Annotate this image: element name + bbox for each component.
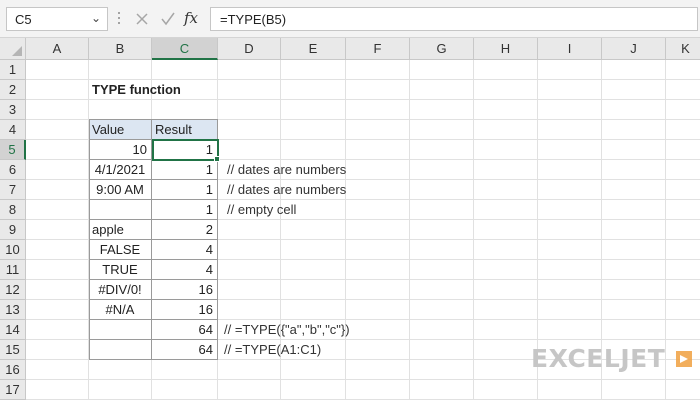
column-header-k[interactable]: K bbox=[666, 38, 700, 60]
row-header-9[interactable]: 9 bbox=[0, 220, 26, 240]
table-header-value[interactable]: Value bbox=[89, 120, 152, 140]
drag-handle-icon[interactable] bbox=[116, 9, 122, 29]
row-header-1[interactable]: 1 bbox=[0, 60, 26, 80]
table-cell-value[interactable]: 4/1/2021 bbox=[89, 160, 152, 180]
formula-text: =TYPE(B5) bbox=[220, 12, 287, 27]
column-header-f[interactable]: F bbox=[346, 38, 410, 60]
table-cell-value[interactable]: FALSE bbox=[89, 240, 152, 260]
table-cell-value[interactable] bbox=[89, 340, 152, 360]
column-header-e[interactable]: E bbox=[281, 38, 346, 60]
row-header-8[interactable]: 8 bbox=[0, 200, 26, 220]
formula-bar: C5 ⌄ fx =TYPE(B5) bbox=[0, 0, 700, 38]
table-cell-value[interactable]: apple bbox=[89, 220, 152, 240]
column-header-i[interactable]: I bbox=[538, 38, 602, 60]
column-header-h[interactable]: H bbox=[474, 38, 538, 60]
formula-icons: fx bbox=[128, 7, 208, 31]
logo-mark-icon bbox=[676, 351, 692, 367]
table-cell-result[interactable]: 4 bbox=[152, 260, 218, 280]
formula-input[interactable]: =TYPE(B5) bbox=[210, 7, 698, 31]
comment-note: // empty cell bbox=[227, 202, 297, 217]
comment-note: // dates are numbers bbox=[227, 162, 347, 177]
table-cell-value[interactable]: 10 bbox=[89, 140, 152, 160]
row-header-10[interactable]: 10 bbox=[0, 240, 26, 260]
comment-note: // =TYPE(A1:C1) bbox=[224, 342, 322, 357]
row-header-4[interactable]: 4 bbox=[0, 120, 26, 140]
fill-handle[interactable] bbox=[214, 156, 220, 162]
sheet-title: TYPE function bbox=[92, 82, 181, 97]
row-header-13[interactable]: 13 bbox=[0, 300, 26, 320]
table-cell-value[interactable] bbox=[89, 320, 152, 340]
table-cell-result[interactable]: 1 bbox=[152, 160, 218, 180]
row-header-2[interactable]: 2 bbox=[0, 80, 26, 100]
table-header-result[interactable]: Result bbox=[152, 120, 218, 140]
table-cell-result[interactable]: 1 bbox=[152, 180, 218, 200]
table-cell-result[interactable]: 64 bbox=[152, 320, 218, 340]
table-cell-value[interactable] bbox=[89, 200, 152, 220]
row-header-6[interactable]: 6 bbox=[0, 160, 26, 180]
name-box-value: C5 bbox=[15, 12, 32, 27]
table-cell-result[interactable]: 4 bbox=[152, 240, 218, 260]
table-border-top bbox=[89, 119, 218, 120]
insert-function-icon[interactable]: fx bbox=[184, 7, 198, 31]
logo-text: EXCELJET bbox=[531, 344, 666, 373]
name-box[interactable]: C5 ⌄ bbox=[6, 7, 108, 31]
column-header-j[interactable]: J bbox=[602, 38, 666, 60]
table-cell-value[interactable]: #N/A bbox=[89, 300, 152, 320]
column-header-g[interactable]: G bbox=[410, 38, 474, 60]
select-all-corner[interactable] bbox=[0, 38, 26, 60]
row-header-16[interactable]: 16 bbox=[0, 360, 26, 380]
row-header-17[interactable]: 17 bbox=[0, 380, 26, 400]
active-cell-c5[interactable] bbox=[152, 139, 219, 161]
row-header-11[interactable]: 11 bbox=[0, 260, 26, 280]
cancel-icon[interactable] bbox=[132, 7, 152, 31]
row-header-3[interactable]: 3 bbox=[0, 100, 26, 120]
table-cell-result[interactable]: 16 bbox=[152, 300, 218, 320]
column-header-c[interactable]: C bbox=[152, 38, 218, 60]
comment-note: // dates are numbers bbox=[227, 182, 347, 197]
column-header-d[interactable]: D bbox=[218, 38, 281, 60]
column-header-b[interactable]: B bbox=[89, 38, 152, 60]
exceljet-logo: EXCELJET bbox=[531, 344, 692, 374]
comment-note: // =TYPE({"a","b","c"}) bbox=[224, 322, 350, 337]
table-cell-result[interactable]: 2 bbox=[152, 220, 218, 240]
table-border-left bbox=[89, 119, 90, 360]
column-header-a[interactable]: A bbox=[26, 38, 89, 60]
chevron-down-icon[interactable]: ⌄ bbox=[91, 11, 101, 25]
row-header-12[interactable]: 12 bbox=[0, 280, 26, 300]
row-header-5[interactable]: 5 bbox=[0, 140, 26, 160]
row-header-14[interactable]: 14 bbox=[0, 320, 26, 340]
grid-row-line bbox=[26, 379, 700, 380]
table-cell-value[interactable]: TRUE bbox=[89, 260, 152, 280]
grid-column-line bbox=[345, 60, 346, 400]
row-header-15[interactable]: 15 bbox=[0, 340, 26, 360]
table-cell-result[interactable]: 1 bbox=[152, 200, 218, 220]
enter-icon[interactable] bbox=[158, 7, 178, 31]
table-cell-value[interactable]: 9:00 AM bbox=[89, 180, 152, 200]
grid-column-line bbox=[473, 60, 474, 400]
table-cell-value[interactable]: #DIV/0! bbox=[89, 280, 152, 300]
row-header-7[interactable]: 7 bbox=[0, 180, 26, 200]
table-cell-result[interactable]: 16 bbox=[152, 280, 218, 300]
table-cell-result[interactable]: 64 bbox=[152, 340, 218, 360]
grid-column-line bbox=[409, 60, 410, 400]
